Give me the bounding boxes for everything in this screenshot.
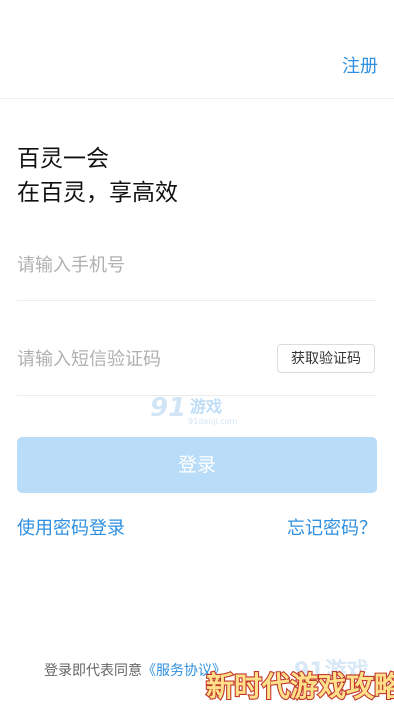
forgot-password-link[interactable]: 忘记密码？ [287,514,377,540]
service-agreement-link[interactable]: 《服务协议》 [142,663,226,679]
register-link[interactable]: 注册 [342,52,378,78]
slogan-line-2: 在百灵，享高效 [17,180,178,206]
phone-divider [17,300,377,301]
phone-input[interactable] [17,249,267,281]
login-button[interactable]: 登录 [17,437,377,493]
watermark-url: 91danji.com [188,417,238,426]
top-bar: 注册 [0,0,394,99]
svg-text:91游戏: 91游戏 [294,658,369,684]
watermark-banner: 91游戏 新时代游戏攻略 [205,658,394,704]
svg-text:91: 91 [150,393,186,423]
password-login-link[interactable]: 使用密码登录 [17,514,125,540]
get-code-button[interactable]: 获取验证码 [277,344,375,373]
agreement-prefix: 登录即代表同意 [44,663,142,679]
watermark-logo: 91 游戏 91danji.com [150,393,238,426]
sms-code-input[interactable] [17,343,267,375]
watermark-brand: 游戏 [190,397,222,416]
code-divider [17,395,377,396]
agreement-text: 登录即代表同意《服务协议》 [44,660,226,680]
watermark-bottom-text: 新时代游戏攻略 [206,670,394,703]
slogan-line-1: 百灵一会 [17,146,109,172]
slogan: 百灵一会 在百灵，享高效 [17,142,178,210]
